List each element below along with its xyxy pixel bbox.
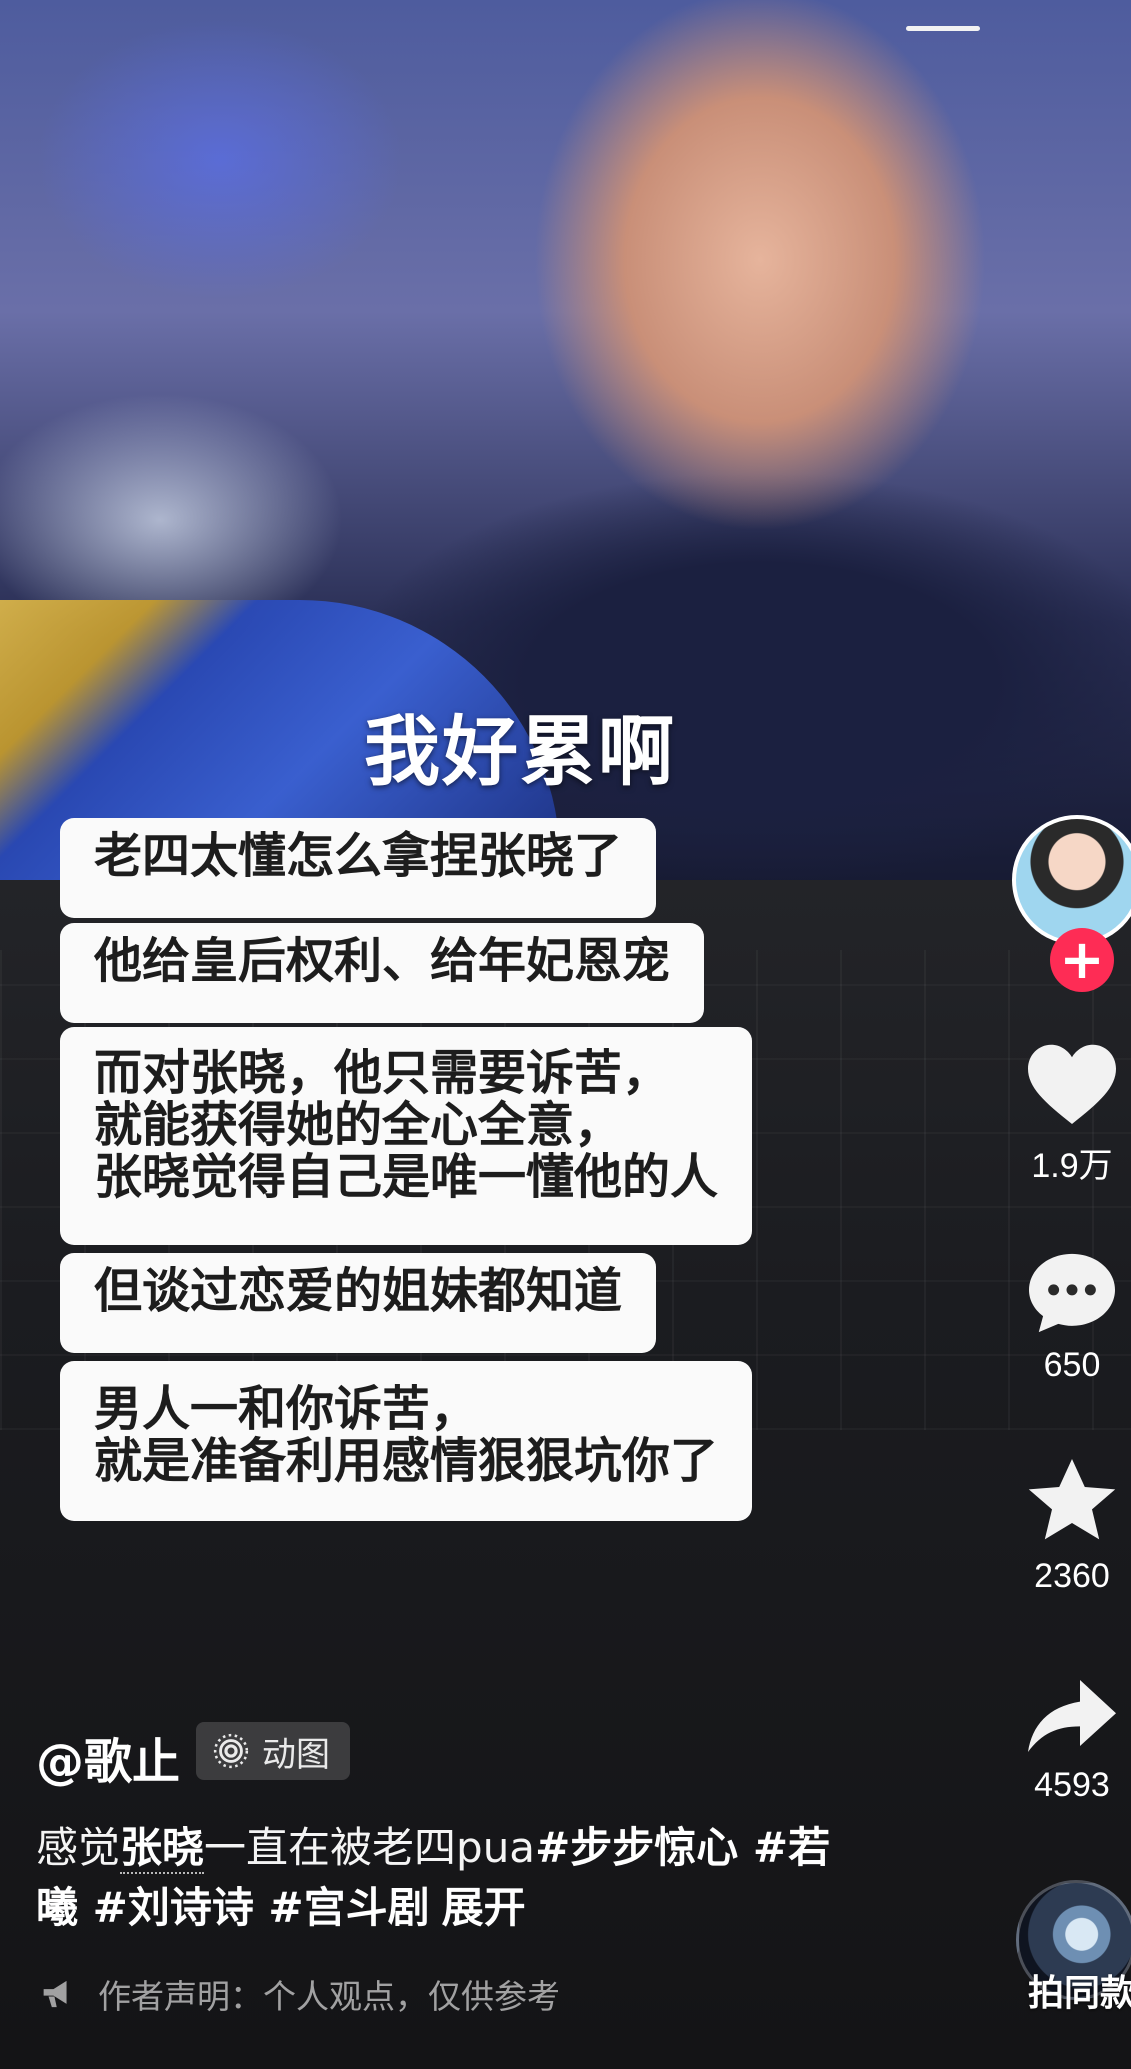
megaphone-icon [43,1980,67,2008]
video-caption: 感觉张晓一直在被老四pua#步步惊心 #若 曦 #刘诗诗 #宫斗剧 展开 [36,1818,916,1938]
live-photo-icon [213,1733,249,1769]
caption-hashtags-2[interactable]: 曦 #刘诗诗 #宫斗剧 [36,1883,430,1932]
caption-prefix: 感觉 [36,1823,121,1872]
caption-bubble: 他给皇后权利、给年妃恩宠 [60,923,705,1023]
heart-icon [1028,1044,1116,1124]
bubble-line: 而对张晓，他只需要诉苦， [94,1045,671,1101]
top-indicator [906,26,980,31]
author-notice: 作者声明：个人观点，仅供参考 [40,1970,560,2018]
caption-bubble: 但谈过恋爱的姐妹都知道 [60,1253,657,1353]
plus-icon: + [1059,928,1105,991]
bubble-line: 男人一和你诉苦， [94,1381,479,1437]
bubble-line: 就是准备利用感情狠狠坑你了 [94,1433,719,1489]
share-arrow-icon [1028,1680,1116,1752]
author-name[interactable]: @歌止 [36,1722,180,1792]
bubble-line: 他给皇后权利、给年妃恩宠 [94,933,671,989]
comment-icon [1029,1253,1115,1333]
bubble-line: 但谈过恋爱的姐妹都知道 [94,1263,623,1319]
bubble-line: 老四太懂怎么拿捏张晓了 [94,828,623,884]
caption-hashtags-1[interactable]: #步步惊心 #若 [535,1823,830,1872]
caption-bubble: 而对张晓，他只需要诉苦， 就能获得她的全心全意， 张晓觉得自己是唯一懂他的人 [60,1027,753,1245]
follow-button[interactable]: + [1050,928,1114,992]
bubble-line: 张晓觉得自己是唯一懂他的人 [94,1149,719,1205]
favorite-count: 2360 [1034,1557,1110,1595]
video-overlay-title: 我好累啊 [364,707,676,796]
author-avatar[interactable] [1012,815,1131,945]
notice-text: 作者声明：个人观点，仅供参考 [98,1977,560,2016]
like-button[interactable]: 1.9万 [1012,1040,1131,1187]
favorite-button[interactable]: 2360 [1012,1455,1131,1596]
caption-bubble: 男人一和你诉苦， 就是准备利用感情狠狠坑你了 [60,1361,753,1521]
share-count: 4593 [1034,1766,1110,1804]
tag-pill-label: 动图 [262,1734,330,1775]
star-icon [1028,1459,1116,1540]
expand-button[interactable]: 展开 [442,1883,526,1932]
caption-bubble: 老四太懂怎么拿捏张晓了 [60,818,657,918]
comment-count: 650 [1043,1346,1101,1384]
caption-middle: 一直在被老四pua [204,1823,536,1872]
comment-button[interactable]: 650 [1012,1250,1131,1385]
animated-image-tag[interactable]: 动图 [196,1722,350,1780]
share-button[interactable]: 4593 [1012,1676,1131,1805]
caption-keyword-link[interactable]: 张晓 [120,1823,205,1874]
use-sound-label[interactable]: 拍同款 [1028,1964,1131,2016]
bubble-line: 就能获得她的全心全意， [94,1097,623,1153]
like-count: 1.9万 [1031,1147,1113,1185]
